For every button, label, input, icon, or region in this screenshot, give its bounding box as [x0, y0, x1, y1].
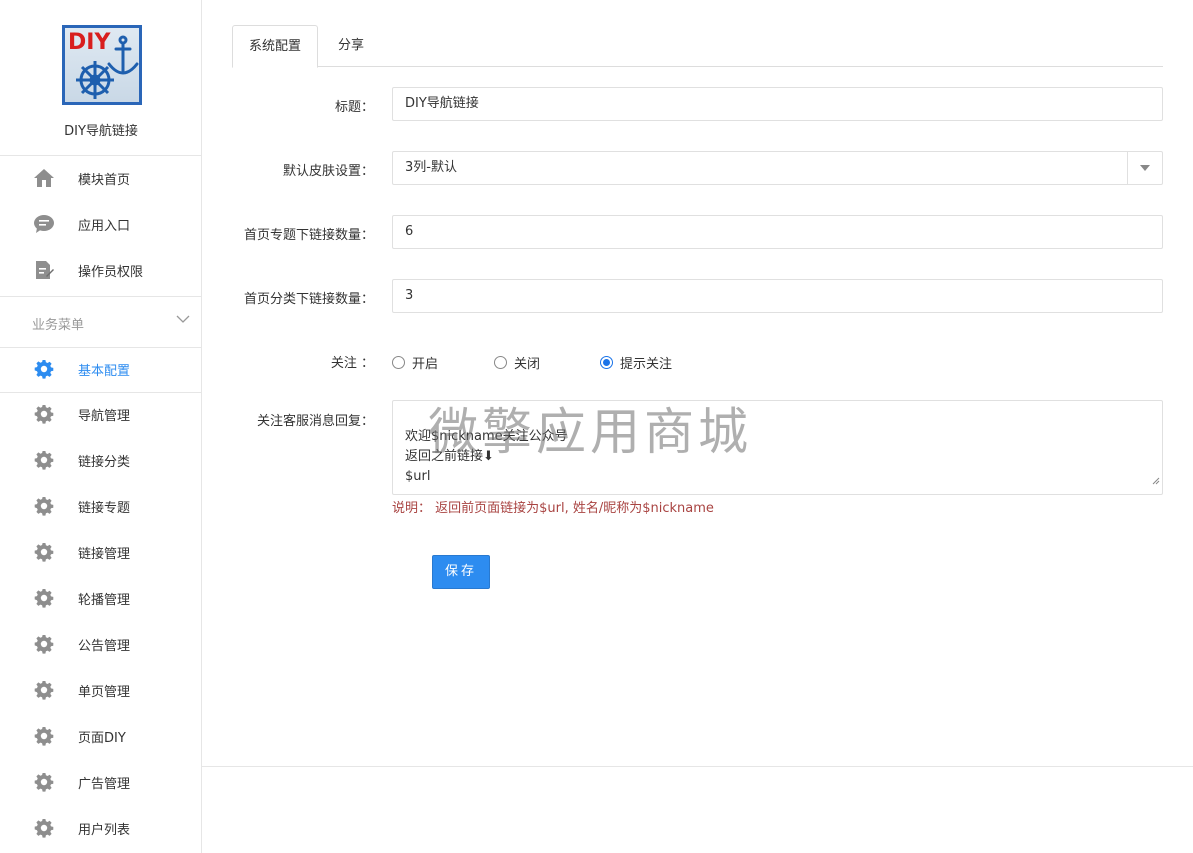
edit-document-icon	[33, 259, 55, 281]
reply-label: 关注客服消息回复：	[256, 414, 374, 429]
reply-textarea[interactable]: 欢迎$nickname关注公众号 返回之前链接⬇ $url	[392, 400, 1163, 495]
logo-area: DIY DIY导航链接	[0, 0, 201, 156]
sidebar-item-operator-permissions[interactable]: 操作员权限	[0, 247, 202, 293]
footer-divider	[202, 766, 1193, 767]
sidebar-item-carousel-management[interactable]: 轮播管理	[0, 575, 202, 621]
sidebar-item-label: 操作员权限	[78, 264, 144, 280]
sidebar-divider	[0, 296, 202, 297]
gear-icon	[33, 633, 55, 655]
chevron-down-icon[interactable]	[176, 312, 190, 328]
sidebar-item-link-management[interactable]: 链接管理	[0, 529, 202, 575]
gear-icon	[33, 541, 55, 563]
sidebar-item-label: 用户列表	[78, 822, 131, 838]
tab-system-config[interactable]: 系统配置	[232, 25, 319, 68]
sidebar-item-basic-config[interactable]: 基本配置	[0, 346, 202, 392]
gear-icon	[33, 587, 55, 609]
gear-icon	[33, 495, 55, 517]
gear-icon	[33, 679, 55, 701]
title-label: 标题：	[334, 100, 374, 115]
radio-label: 开启	[412, 357, 439, 372]
ship-wheel-anchor-icon	[76, 35, 139, 99]
radio-circle[interactable]	[494, 356, 507, 369]
sidebar: DIY DIY导航链接 模块首页 应用入口 操作员权限 业务菜单 基本配置 导航…	[0, 0, 202, 853]
sidebar-item-label: 链接管理	[78, 546, 131, 562]
sidebar-item-notice-management[interactable]: 公告管理	[0, 621, 202, 667]
tab-share[interactable]: 分享	[322, 25, 380, 67]
sidebar-item-label: 应用入口	[78, 218, 131, 234]
chevron-down-icon[interactable]	[1127, 152, 1162, 184]
sidebar-item-link-topic[interactable]: 链接专题	[0, 483, 202, 529]
follow-radio-on[interactable]: 开启	[392, 353, 438, 372]
follow-label: 关注 ：	[330, 356, 374, 371]
sidebar-item-link-category[interactable]: 链接分类	[0, 437, 202, 483]
main-content: 系统配置 分享 标题： DIY导航链接 默认皮肤设置： 3列-默认 首页专题下链…	[202, 0, 1193, 853]
sidebar-item-label: 链接分类	[78, 454, 131, 470]
radio-label: 提示关注	[620, 357, 673, 372]
skin-select-value: 3列-默认	[405, 160, 457, 175]
radio-circle[interactable]	[392, 356, 405, 369]
follow-radio-off[interactable]: 关闭	[494, 353, 540, 372]
save-button[interactable]: 保存	[432, 555, 490, 589]
sidebar-item-label: 链接专题	[78, 500, 131, 516]
tab-bar: 系统配置 分享	[232, 25, 1163, 68]
app-name: DIY导航链接	[64, 124, 138, 139]
gear-icon	[33, 817, 55, 839]
category-links-input[interactable]: 3	[392, 279, 1163, 313]
chat-bubble-icon	[33, 213, 55, 235]
sidebar-item-app-entry[interactable]: 应用入口	[0, 201, 202, 247]
sidebar-item-module-home[interactable]: 模块首页	[0, 155, 202, 201]
gear-icon	[33, 449, 55, 471]
gear-icon	[33, 771, 55, 793]
sidebar-item-label: 轮播管理	[78, 592, 131, 608]
category-links-label: 首页分类下链接数量：	[243, 292, 374, 307]
reply-textarea-content: 欢迎$nickname关注公众号 返回之前链接⬇ $url	[405, 429, 568, 484]
reply-hint: 说明： 返回前页面链接为$url, 姓名/昵称为$nickname	[392, 501, 714, 516]
sidebar-item-single-page-management[interactable]: 单页管理	[0, 667, 202, 713]
sidebar-item-label: 模块首页	[78, 172, 131, 188]
skin-select[interactable]: 3列-默认	[392, 151, 1163, 185]
sidebar-item-label: 公告管理	[78, 638, 131, 654]
sidebar-item-label: 广告管理	[78, 776, 131, 792]
resize-handle-icon[interactable]	[1152, 452, 1160, 492]
gear-icon	[33, 725, 55, 747]
follow-radio-prompt[interactable]: 提示关注	[600, 353, 672, 372]
sidebar-item-ad-management[interactable]: 广告管理	[0, 759, 202, 805]
gear-icon	[33, 403, 55, 425]
sidebar-item-label: 单页管理	[78, 684, 131, 700]
gear-icon	[33, 358, 55, 380]
sidebar-item-label: 基本配置	[78, 363, 131, 379]
app-logo: DIY	[62, 25, 142, 105]
radio-circle-selected[interactable]	[600, 356, 613, 369]
sidebar-item-user-list[interactable]: 用户列表	[0, 805, 202, 851]
skin-label: 默认皮肤设置：	[282, 164, 374, 179]
section-title: 业务菜单	[32, 318, 85, 333]
topic-links-label: 首页专题下链接数量：	[243, 228, 374, 243]
radio-label: 关闭	[514, 357, 541, 372]
sidebar-item-page-diy[interactable]: 页面DIY	[0, 713, 202, 759]
sidebar-item-label: 页面DIY	[78, 730, 126, 746]
topic-links-input[interactable]: 6	[392, 215, 1163, 249]
title-input[interactable]: DIY导航链接	[392, 87, 1163, 121]
sidebar-item-nav-management[interactable]: 导航管理	[0, 391, 202, 437]
sidebar-item-label: 导航管理	[78, 408, 131, 424]
home-icon	[33, 167, 55, 189]
